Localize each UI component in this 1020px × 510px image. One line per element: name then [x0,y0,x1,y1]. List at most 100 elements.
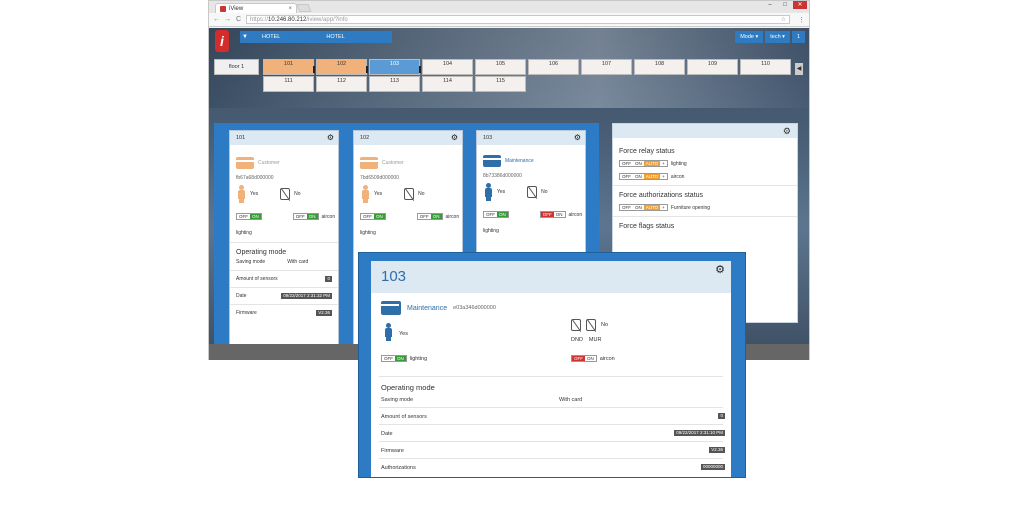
room-tile[interactable]: 102 [316,59,368,75]
switch-on[interactable]: ON [374,214,385,219]
sensors-row: Amount of sensors 0 [230,276,338,282]
filter-icon[interactable]: ▼ [240,34,250,40]
room-tile[interactable]: 115 [475,76,526,92]
info-button[interactable]: 1 [791,31,805,43]
lighting-switch[interactable]: OFF ON [483,211,509,218]
new-tab-button[interactable] [296,4,312,12]
switch-on[interactable]: ON [633,174,644,179]
forward-icon[interactable]: → [224,16,231,23]
maintenance-card-icon [381,301,401,315]
tri-state-switch[interactable]: OFF ON AUTO + [619,173,668,180]
reload-icon[interactable]: C [235,16,242,23]
switch-off[interactable]: OFF [620,161,633,166]
floor-selector[interactable]: floor 1 [214,59,259,75]
minimize-button[interactable]: – [763,1,777,9]
saving-mode-value: With card [287,259,309,265]
dnd-icon [404,188,415,200]
switch-on[interactable]: ON [585,356,596,361]
gear-icon[interactable]: ⚙ [451,133,458,142]
tri-state-switch[interactable]: OFF ON AUTO + [619,160,668,167]
detail-firmware-badge: V2.36 [709,447,725,453]
switch-plus[interactable]: + [660,161,667,166]
url-input[interactable]: https:// 10.246.80.212 /iview/app/?info … [246,15,790,24]
switch-on[interactable]: ON [430,214,442,219]
switch-on[interactable]: ON [306,214,318,219]
tab-close-icon[interactable]: × [288,6,292,12]
lighting-switch[interactable]: OFF ON [236,213,262,220]
room-tile[interactable]: 107 [581,59,632,75]
switch-off[interactable]: OFF [361,214,374,219]
gear-icon[interactable]: ⚙ [715,264,725,276]
switch-off[interactable]: OFF [237,214,250,219]
switch-plus[interactable]: + [660,205,667,210]
switch-on[interactable]: ON [633,205,644,210]
aircon-switch[interactable]: OFF ON [292,213,319,220]
gear-icon[interactable]: ⚙ [327,133,334,142]
aircon-switch[interactable]: OFF ON [416,213,443,220]
address-bar: ← → C https:// 10.246.80.212 /iview/app/… [209,13,809,27]
room-tile[interactable]: 103 [369,59,421,75]
lighting-switch[interactable]: OFF ON [381,355,407,362]
switch-on[interactable]: ON [497,212,508,217]
switch-off[interactable]: OFF [382,356,395,361]
aircon-switch[interactable]: OFF ON [571,355,597,362]
hotel-select-2[interactable]: HOTEL [326,34,344,40]
room-tile[interactable]: 104 [422,59,473,75]
gear-icon[interactable]: ⚙ [574,133,581,142]
gear-icon[interactable]: ⚙ [783,126,791,137]
switch-off[interactable]: OFF [540,212,554,217]
detail-auth-badge: 00000000 [700,464,725,470]
switch-off[interactable]: OFF [484,212,497,217]
switch-on[interactable]: ON [554,212,565,217]
switch-off[interactable]: OFF [620,205,633,210]
switch-plus[interactable]: + [660,174,667,179]
switch-auto[interactable]: AUTO [643,161,661,166]
room-tile[interactable]: 109 [687,59,738,75]
close-window-button[interactable]: ✕ [793,1,807,9]
room-number: 108 [654,61,665,67]
scroll-left-button[interactable]: ◀ [795,63,803,75]
room-tile[interactable]: 114 [422,76,473,92]
mur-icon [586,319,596,331]
switch-on[interactable]: ON [395,356,406,361]
room-tile[interactable]: 105 [475,59,526,75]
browser-tab[interactable]: iView × [215,3,297,13]
switch-on[interactable]: ON [250,214,261,219]
presence-row: Yes No [230,185,338,203]
detail-date-label: Date [381,431,393,437]
hotel-select-1[interactable]: HOTEL [262,34,280,40]
room-tile[interactable]: 113 [369,76,420,92]
switch-off[interactable]: OFF [294,214,307,219]
switch-off[interactable]: OFF [572,356,585,361]
force-relay-row: OFF ON AUTO + lighting [613,159,797,168]
maximize-button[interactable]: □ [778,1,792,9]
star-icon[interactable]: ☆ [781,16,786,23]
room-tile[interactable]: 106 [528,59,579,75]
switch-off[interactable]: OFF [620,174,633,179]
switch-on[interactable]: ON [633,161,644,166]
mode-button[interactable]: Mode ▾ [735,31,764,43]
card-header: 101 ⚙ [230,131,338,145]
back-icon[interactable]: ← [213,16,220,23]
room-tile[interactable]: 110 [740,59,791,75]
lighting-switch[interactable]: OFF ON [360,213,386,220]
switch-off[interactable]: OFF [418,214,431,219]
url-scheme: https:// [250,17,269,23]
app-logo: i [215,30,229,52]
room-tile[interactable]: 112 [316,76,367,92]
detail-saving-mode-value: With card [559,397,583,403]
url-path: /iview/app/?info [306,17,348,23]
room-tile[interactable]: 108 [634,59,685,75]
card-type-row: Maintenance [477,155,585,167]
room-tile[interactable]: 101 [263,59,315,75]
room-card-101[interactable]: 101 ⚙ Customer fb67a68d000000 Yes No OFF O… [229,130,339,345]
aircon-switch[interactable]: OFF ON [539,211,566,218]
room-card-103[interactable]: 103 ⚙ Maintenance 8b73386d000000 Yes No O… [476,130,586,255]
card-type: Customer [382,160,404,166]
tri-state-switch[interactable]: OFF ON AUTO + [619,204,668,211]
room-tile[interactable]: 111 [263,76,314,92]
switch-auto[interactable]: AUTO [643,174,661,179]
user-button[interactable]: tech ▾ [765,31,790,43]
switch-auto[interactable]: AUTO [643,205,661,210]
menu-icon[interactable]: ⋮ [798,16,805,24]
